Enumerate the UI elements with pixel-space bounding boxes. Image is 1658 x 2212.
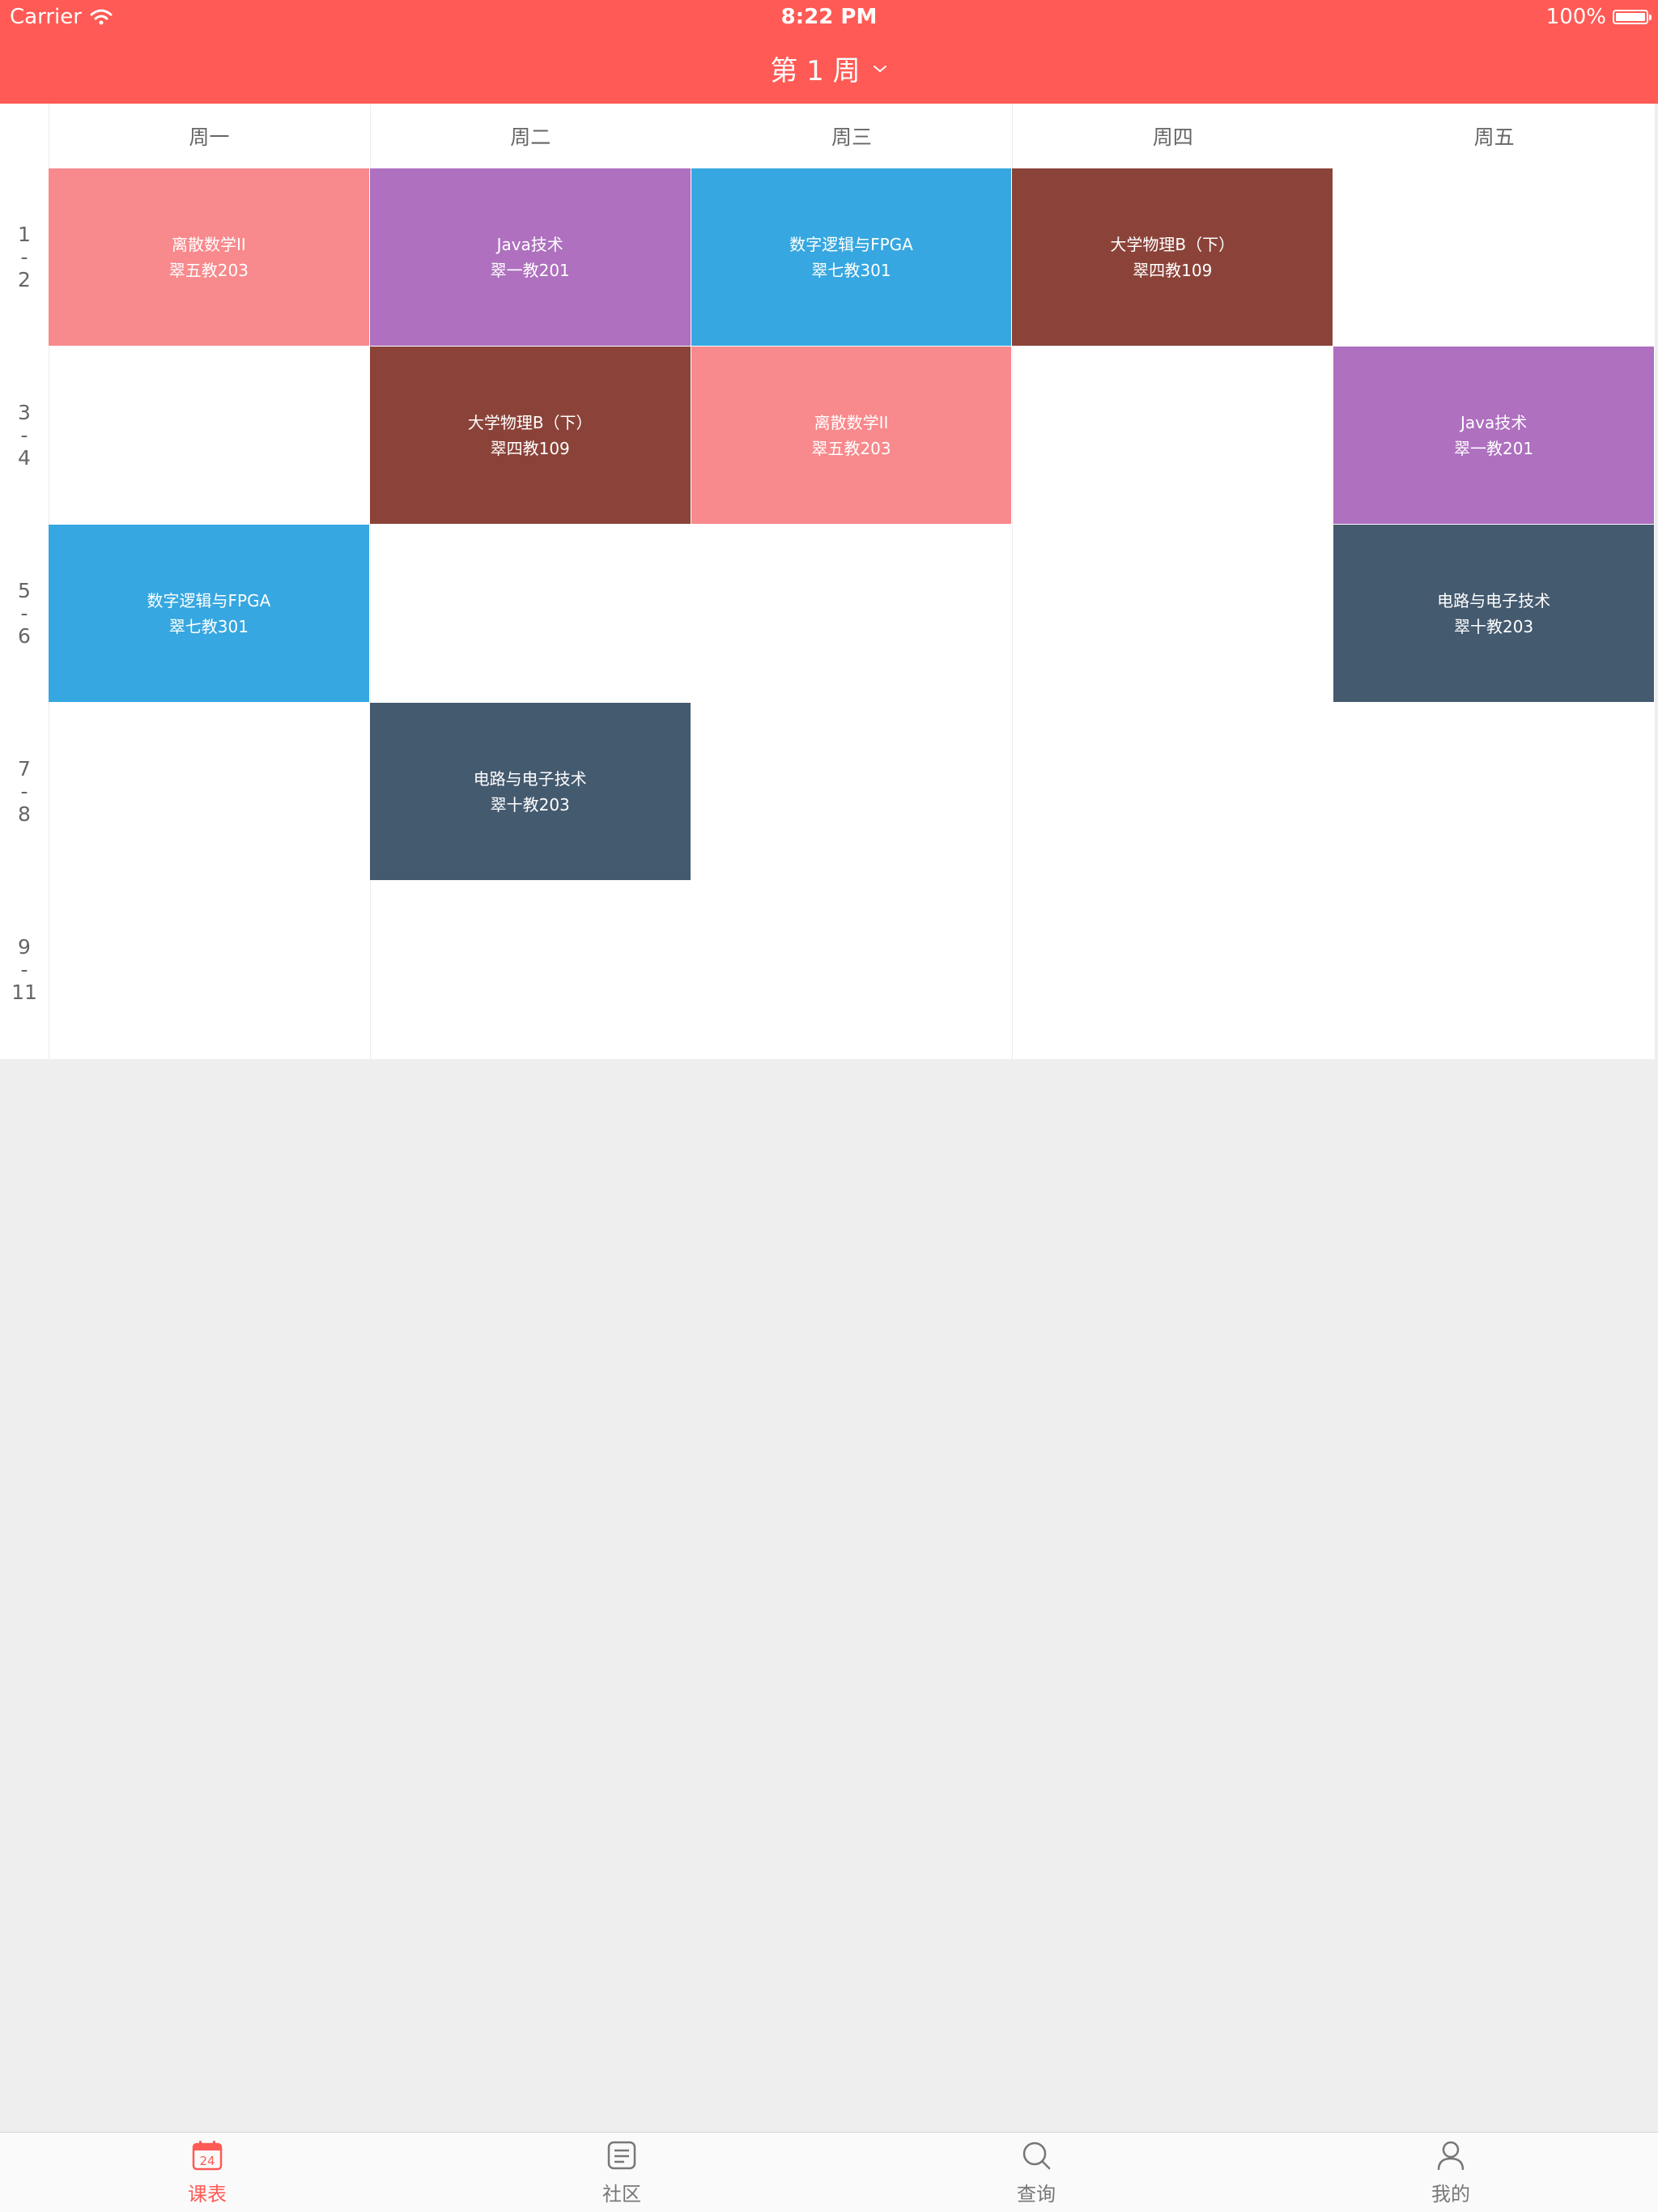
- battery-icon: [1613, 10, 1652, 24]
- course-room: 翠十教203: [1453, 616, 1534, 636]
- course-room: 翠七教301: [811, 260, 891, 280]
- course-name: 数字逻辑与FPGA: [789, 234, 913, 254]
- course-name: Java技术: [496, 234, 563, 254]
- course-name: 离散数学II: [172, 234, 246, 254]
- period-label-text: 4: [18, 446, 31, 470]
- top-bar: Carrier 8:22 PM 100% 第 1 周: [0, 0, 1658, 104]
- course-room: 翠五教203: [168, 260, 249, 280]
- calendar-icon: 24: [191, 2139, 223, 2176]
- battery-level: [1616, 13, 1645, 21]
- profile-icon: [1435, 2139, 1467, 2176]
- chevron-down-icon: [873, 65, 886, 72]
- course-name: 大学物理B（下）: [1110, 234, 1235, 254]
- course-name: Java技术: [1460, 412, 1528, 432]
- course-block[interactable]: 大学物理B（下） 翠四教109: [369, 347, 691, 524]
- period-label-text: -: [20, 602, 28, 625]
- day-header: 周二: [510, 125, 551, 149]
- course-room: 翠一教201: [490, 260, 570, 280]
- course-block[interactable]: 电路与电子技术 翠十教203: [369, 703, 691, 880]
- day-header: 周四: [1152, 125, 1193, 149]
- period-label-text: 2: [18, 268, 31, 291]
- course-room: 翠五教203: [811, 438, 891, 458]
- course-block[interactable]: 大学物理B（下） 翠四教109: [1012, 168, 1333, 346]
- tab-calendar[interactable]: 24 课表: [0, 2133, 414, 2212]
- course-block[interactable]: 数字逻辑与FPGA 翠七教301: [49, 525, 369, 702]
- period-label-text: 6: [18, 624, 31, 648]
- period-label-text: -: [20, 958, 28, 981]
- tab-label: 课表: [188, 2182, 227, 2206]
- clock: 8:22 PM: [780, 5, 878, 29]
- period-label: 1-2: [0, 168, 49, 347]
- week-title: 第 1 周: [770, 55, 861, 87]
- course-room: 翠十教203: [490, 794, 570, 815]
- tab-label: 社区: [602, 2182, 641, 2206]
- period-label: 7-8: [0, 703, 49, 881]
- day-header: 周一: [189, 125, 230, 149]
- tab-label: 查询: [1017, 2182, 1056, 2206]
- course-block[interactable]: 离散数学II 翠五教203: [691, 347, 1012, 524]
- tab-community[interactable]: 社区: [414, 2133, 829, 2212]
- day-header: 周五: [1473, 125, 1515, 149]
- course-name: 电路与电子技术: [1437, 590, 1551, 610]
- search-icon: [1020, 2139, 1052, 2176]
- tab-profile[interactable]: 我的: [1244, 2133, 1658, 2212]
- period-label-text: 5: [18, 579, 31, 602]
- svg-text:24: 24: [199, 2154, 215, 2168]
- period-label-text: 8: [18, 802, 31, 826]
- period-label-text: 7: [18, 757, 31, 781]
- week-selector[interactable]: 第 1 周: [0, 49, 1658, 88]
- period-label-text: 3: [18, 401, 31, 424]
- period-label-text: -: [20, 245, 28, 269]
- course-room: 翠一教201: [1453, 438, 1534, 458]
- battery-percent: 100%: [1545, 5, 1606, 29]
- course-block[interactable]: 数字逻辑与FPGA 翠七教301: [691, 168, 1012, 346]
- period-label-text: -: [20, 423, 28, 447]
- course-block[interactable]: Java技术 翠一教201: [1333, 347, 1654, 524]
- course-name: 电路与电子技术: [473, 768, 587, 789]
- period-label: 5-6: [0, 525, 49, 703]
- period-label-text: 1: [18, 223, 31, 246]
- tab-label: 我的: [1431, 2182, 1470, 2206]
- course-name: 大学物理B（下）: [467, 412, 593, 432]
- battery-indicator: 100%: [1545, 5, 1652, 29]
- period-label-text: 11: [11, 981, 37, 1004]
- tab-bar: 24 课表 社区 查询 我的: [0, 2132, 1658, 2212]
- period-label-text: -: [20, 780, 28, 803]
- status-bar: Carrier 8:22 PM 100%: [0, 0, 1658, 32]
- tab-search[interactable]: 查询: [829, 2133, 1244, 2212]
- period-label: 9-11: [0, 881, 49, 1059]
- course-block[interactable]: 电路与电子技术 翠十教203: [1333, 525, 1654, 702]
- course-room: 翠七教301: [168, 616, 249, 636]
- day-header: 周三: [831, 125, 872, 149]
- course-room: 翠四教109: [490, 438, 570, 458]
- course-name: 数字逻辑与FPGA: [147, 590, 271, 610]
- timetable-grid: 周一 周二 周三 周四 周五 1-2 3-4 5-6 7-8 9-11 离散数学II 翠五教203 Ja…: [0, 104, 1655, 1059]
- period-label-text: 9: [18, 935, 31, 959]
- course-block[interactable]: 离散数学II 翠五教203: [49, 168, 369, 346]
- period-label: 3-4: [0, 347, 49, 525]
- course-block[interactable]: Java技术 翠一教201: [369, 168, 691, 346]
- course-name: 离散数学II: [814, 412, 889, 432]
- community-icon: [606, 2139, 638, 2176]
- course-room: 翠四教109: [1133, 260, 1213, 280]
